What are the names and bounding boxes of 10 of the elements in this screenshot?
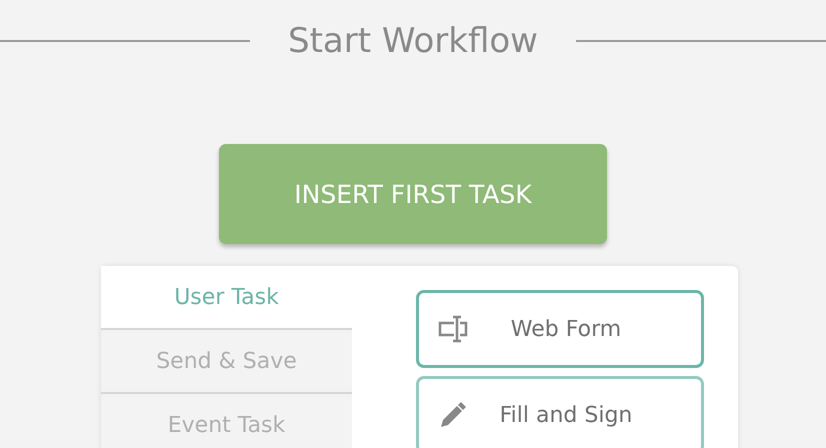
task-tab[interactable]: User Task [101,266,352,328]
task-tab[interactable]: Event Task [101,392,352,448]
task-option[interactable]: Web Form [416,290,704,368]
text-field-icon [437,313,469,345]
option-label: Fill and Sign [498,402,634,428]
task-option[interactable]: Fill and Sign [416,376,704,448]
insert-first-task-button[interactable]: INSERT FIRST TASK [219,144,607,244]
page-title: Start Workflow [288,21,538,61]
task-tab[interactable]: Send & Save [101,328,352,392]
option-label: Web Form [510,316,622,342]
